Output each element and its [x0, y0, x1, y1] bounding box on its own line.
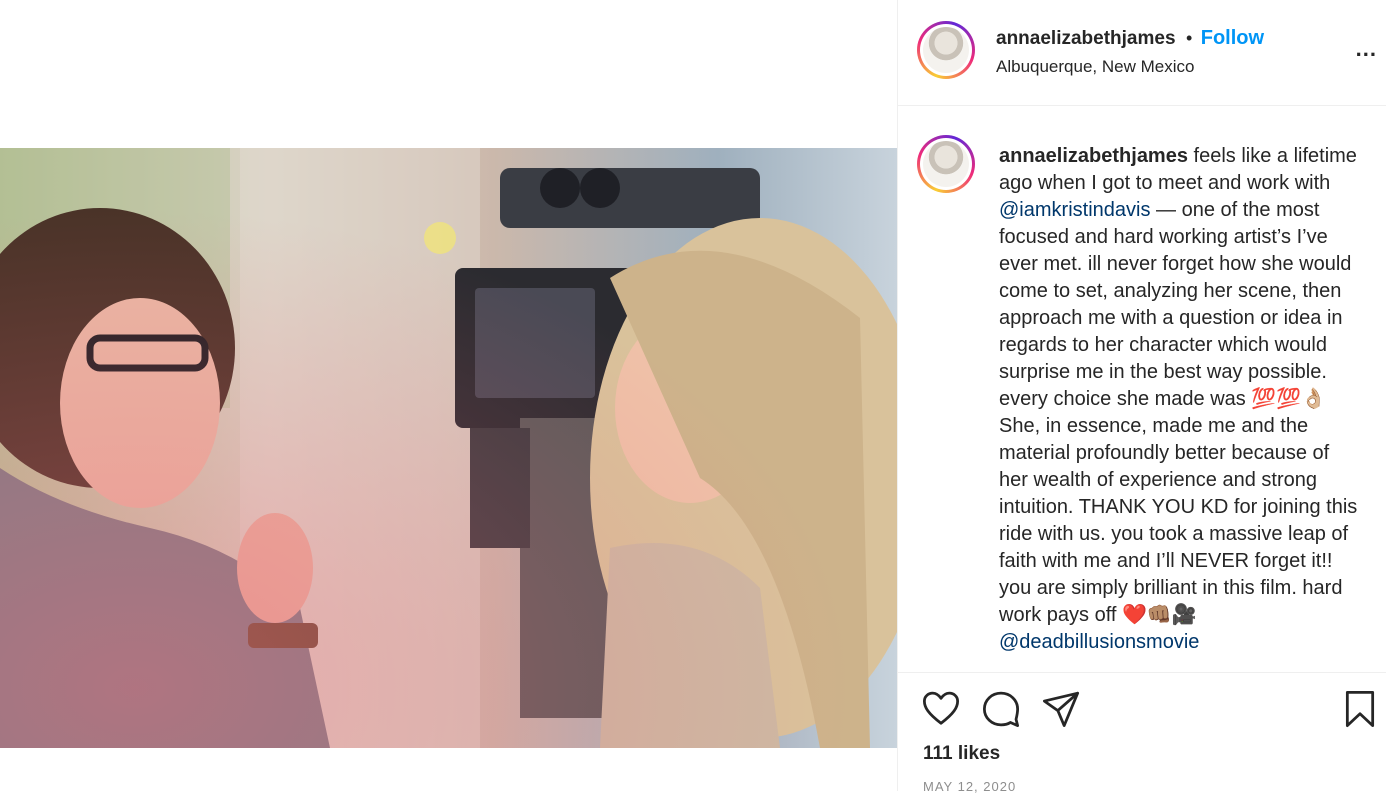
- more-options-icon[interactable]: ...: [1356, 36, 1377, 62]
- caption-emoji-1: 💯💯👌🏼: [1251, 388, 1327, 410]
- likes-count[interactable]: 111 likes: [923, 743, 1000, 765]
- post-photo[interactable]: [0, 148, 897, 748]
- caption-emoji-2: ❤️👊🏽🎥: [1122, 604, 1197, 626]
- avatar[interactable]: [917, 21, 975, 79]
- comments-area: annaelizabethjames feels like a lifetime…: [898, 106, 1386, 672]
- heart-icon[interactable]: [922, 690, 960, 733]
- caption-text-2: — one of the most focused and hard worki…: [999, 199, 1352, 410]
- bookmark-icon[interactable]: [1342, 690, 1378, 733]
- caption-username[interactable]: annaelizabethjames: [999, 145, 1188, 167]
- post-date[interactable]: MAY 12, 2020: [923, 779, 1016, 794]
- post-sidebar: annaelizabethjames • Follow Albuquerque,…: [897, 0, 1386, 794]
- caption-avatar[interactable]: [917, 135, 975, 193]
- mention-link-2[interactable]: @deadbillusionsmovie: [999, 631, 1199, 653]
- header-username[interactable]: annaelizabethjames: [996, 28, 1176, 49]
- caption-text-3: She, in essence, made me and the materia…: [999, 415, 1358, 626]
- mention-link[interactable]: @iamkristindavis: [999, 199, 1150, 221]
- location-link[interactable]: Albuquerque, New Mexico: [996, 57, 1194, 77]
- separator-dot: •: [1185, 28, 1193, 48]
- post-header: annaelizabethjames • Follow Albuquerque,…: [898, 0, 1386, 106]
- follow-button[interactable]: Follow: [1201, 27, 1264, 49]
- action-bar: 111 likes MAY 12, 2020: [898, 672, 1386, 794]
- share-icon[interactable]: [1042, 690, 1080, 733]
- post-caption: annaelizabethjames feels like a lifetime…: [999, 143, 1361, 656]
- comment-icon[interactable]: [982, 690, 1020, 733]
- media-pane: [0, 0, 897, 791]
